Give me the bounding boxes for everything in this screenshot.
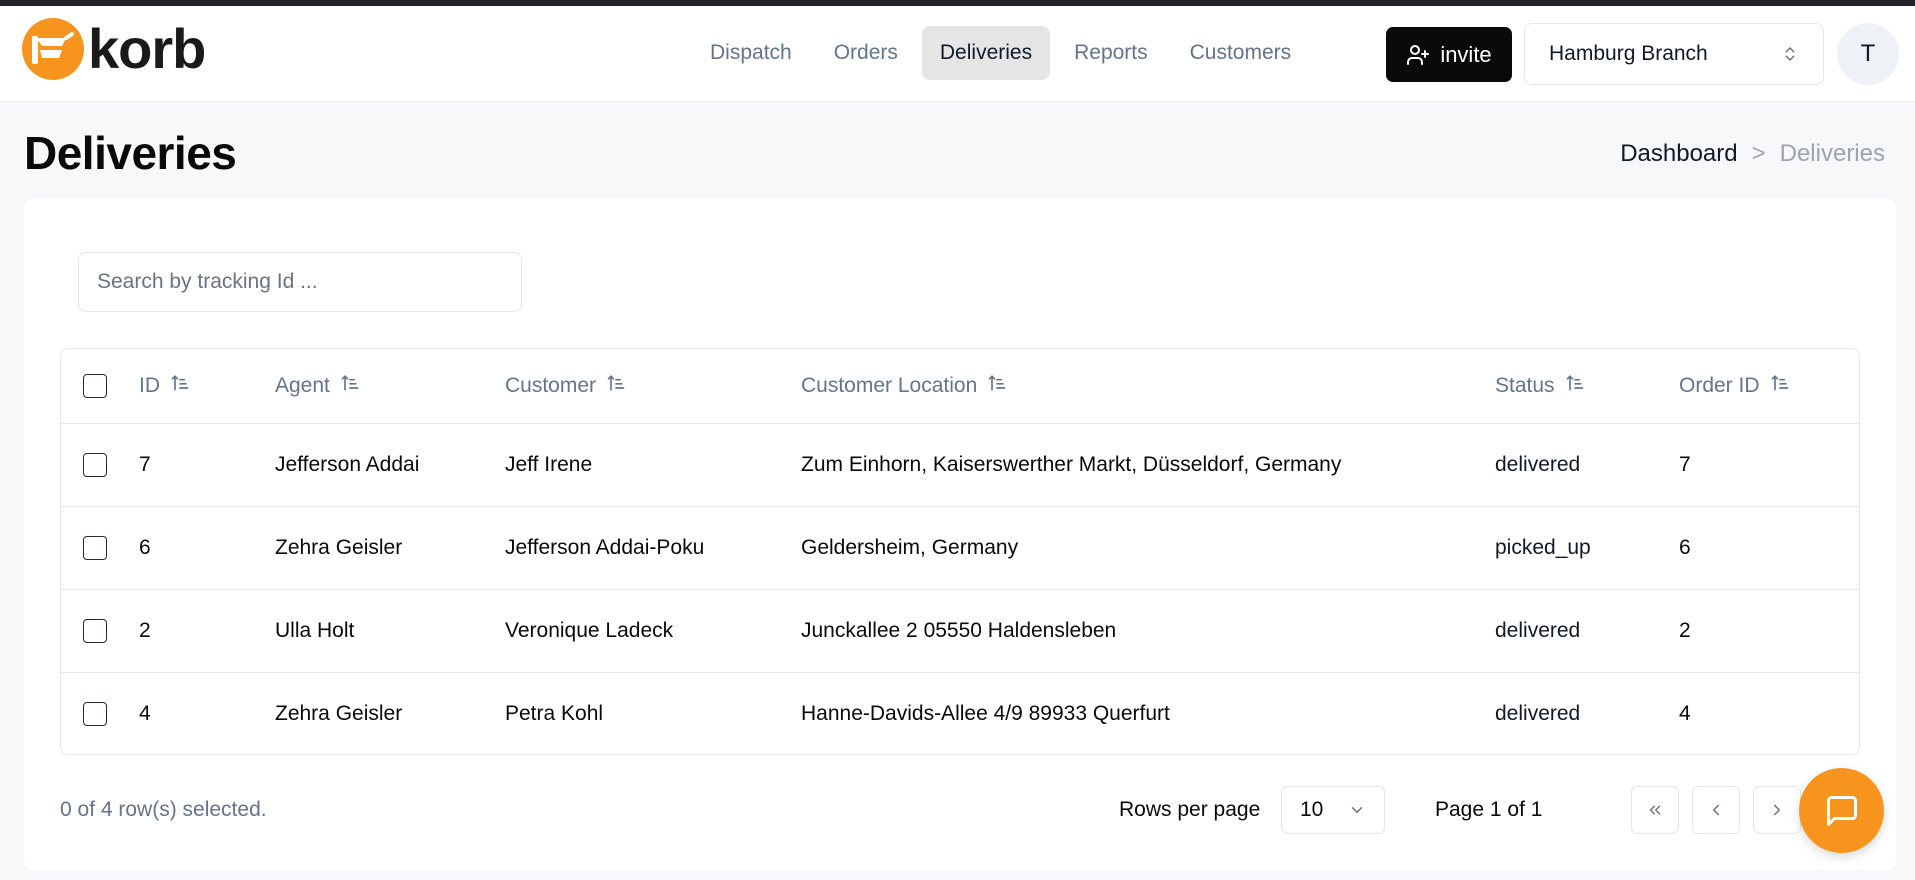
- cell-customer: Veronique Ladeck: [505, 618, 674, 642]
- cell-agent: Jefferson Addai: [275, 452, 420, 476]
- chevron-left-icon: [1713, 804, 1719, 816]
- nav-item-customers[interactable]: Customers: [1172, 26, 1310, 80]
- breadcrumb-separator: >: [1751, 140, 1766, 167]
- app-logo[interactable]: korb: [22, 17, 206, 80]
- row-checkbox[interactable]: [83, 535, 107, 560]
- chevrons-left-icon: [1649, 805, 1661, 815]
- sort-ascending-icon[interactable]: [170, 373, 190, 399]
- chevron-right-icon: [1774, 804, 1780, 816]
- chevron-down-icon: [1351, 807, 1363, 813]
- invite-button[interactable]: invite: [1386, 27, 1512, 82]
- sort-ascending-icon[interactable]: [1770, 373, 1790, 399]
- row-checkbox[interactable]: [83, 701, 107, 726]
- previous-page-button[interactable]: [1692, 786, 1740, 834]
- sort-ascending-icon[interactable]: [340, 373, 360, 399]
- breadcrumb-current: Deliveries: [1779, 140, 1885, 167]
- cell-order-id: 4: [1679, 701, 1691, 725]
- column-header-agent[interactable]: Agent: [275, 373, 360, 399]
- column-label-customer-location: Customer Location: [801, 373, 978, 397]
- invite-label: invite: [1440, 41, 1492, 67]
- table-header-row: ID Agent Customer Customer Location Stat…: [61, 349, 1859, 423]
- page-title: Deliveries: [24, 127, 237, 179]
- cell-customer: Jeff Irene: [505, 452, 593, 476]
- row-checkbox[interactable]: [83, 452, 107, 477]
- table-row[interactable]: 6 Zehra Geisler Jefferson Addai-Poku Gel…: [61, 506, 1859, 589]
- column-header-customer[interactable]: Customer: [505, 373, 626, 399]
- deliveries-table: ID Agent Customer Customer Location Stat…: [60, 348, 1860, 755]
- table-row[interactable]: 4 Zehra Geisler Petra Kohl Hanne-Davids-…: [61, 672, 1859, 754]
- cell-status: delivered: [1495, 618, 1581, 642]
- cell-customer: Jefferson Addai-Poku: [505, 535, 705, 559]
- rows-per-page-label: Rows per page: [1119, 798, 1261, 821]
- column-label-status: Status: [1495, 373, 1555, 397]
- sort-ascending-icon[interactable]: [1565, 373, 1585, 399]
- cell-id: 4: [139, 701, 151, 725]
- nav-item-reports[interactable]: Reports: [1056, 26, 1166, 80]
- cell-agent: Ulla Holt: [275, 618, 355, 642]
- cell-location: Junckallee 2 05550 Haldensleben: [801, 618, 1117, 642]
- column-label-agent: Agent: [275, 373, 330, 397]
- message-square-icon: [1826, 795, 1857, 826]
- column-header-status[interactable]: Status: [1495, 373, 1585, 399]
- branch-select[interactable]: Hamburg Branch: [1524, 23, 1824, 85]
- page-info: Page 1 of 1: [1435, 798, 1543, 821]
- cell-location: Hanne-Davids-Allee 4/9 89933 Querfurt: [801, 701, 1170, 725]
- cell-location: Geldersheim, Germany: [801, 535, 1019, 559]
- user-avatar[interactable]: T: [1837, 23, 1899, 85]
- column-header-customer-location[interactable]: Customer Location: [801, 373, 1007, 399]
- cell-status: delivered: [1495, 452, 1581, 476]
- sort-ascending-icon[interactable]: [606, 373, 626, 399]
- cell-order-id: 6: [1679, 535, 1691, 559]
- rows-per-page-select[interactable]: 10: [1281, 786, 1385, 834]
- first-page-button[interactable]: [1631, 786, 1679, 834]
- rows-per-page-value: 10: [1300, 798, 1324, 821]
- top-header: korb Dispatch Orders Deliveries Reports …: [0, 6, 1915, 102]
- cell-id: 2: [139, 618, 151, 642]
- cell-location: Zum Einhorn, Kaiserswerther Markt, Düsse…: [801, 452, 1342, 476]
- cell-order-id: 7: [1679, 452, 1691, 476]
- next-page-button[interactable]: [1753, 786, 1801, 834]
- selection-count: 0 of 4 row(s) selected.: [60, 798, 267, 821]
- cell-status: delivered: [1495, 701, 1581, 725]
- branch-label: Hamburg Branch: [1549, 42, 1708, 65]
- cell-status: picked_up: [1495, 535, 1591, 559]
- nav-item-deliveries[interactable]: Deliveries: [921, 26, 1051, 80]
- nav-item-orders[interactable]: Orders: [816, 26, 916, 80]
- breadcrumb: Dashboard > Deliveries: [1620, 140, 1885, 168]
- column-header-id[interactable]: ID: [139, 373, 190, 399]
- logo-text: korb: [88, 17, 206, 80]
- cell-id: 7: [139, 452, 151, 476]
- korb-basket-logo-icon: [22, 18, 84, 80]
- cell-agent: Zehra Geisler: [275, 535, 403, 559]
- column-header-order-id[interactable]: Order ID: [1679, 373, 1790, 399]
- column-label-customer: Customer: [505, 373, 597, 397]
- user-plus-icon: [1407, 44, 1430, 65]
- cell-customer: Petra Kohl: [505, 701, 604, 725]
- cell-id: 6: [139, 535, 151, 559]
- tracking-search-input[interactable]: [78, 252, 522, 312]
- deliveries-card: ID Agent Customer Customer Location Stat…: [24, 198, 1896, 870]
- select-all-checkbox[interactable]: [83, 373, 107, 398]
- column-label-id: ID: [139, 373, 160, 397]
- row-checkbox[interactable]: [83, 618, 107, 643]
- column-label-order-id: Order ID: [1679, 373, 1760, 397]
- cell-agent: Zehra Geisler: [275, 701, 403, 725]
- table-row[interactable]: 7 Jefferson Addai Jeff Irene Zum Einhorn…: [61, 423, 1859, 506]
- breadcrumb-dashboard-link[interactable]: Dashboard: [1620, 140, 1737, 168]
- cell-order-id: 2: [1679, 618, 1691, 642]
- nav-item-dispatch[interactable]: Dispatch: [692, 26, 810, 80]
- sort-ascending-icon[interactable]: [987, 373, 1007, 399]
- main-nav: Dispatch Orders Deliveries Reports Custo…: [692, 26, 1315, 80]
- avatar-initial: T: [1860, 40, 1876, 67]
- table-row[interactable]: 2 Ulla Holt Veronique Ladeck Junckallee …: [61, 589, 1859, 672]
- chat-button[interactable]: [1799, 768, 1884, 853]
- chevrons-up-down-icon: [1785, 47, 1795, 61]
